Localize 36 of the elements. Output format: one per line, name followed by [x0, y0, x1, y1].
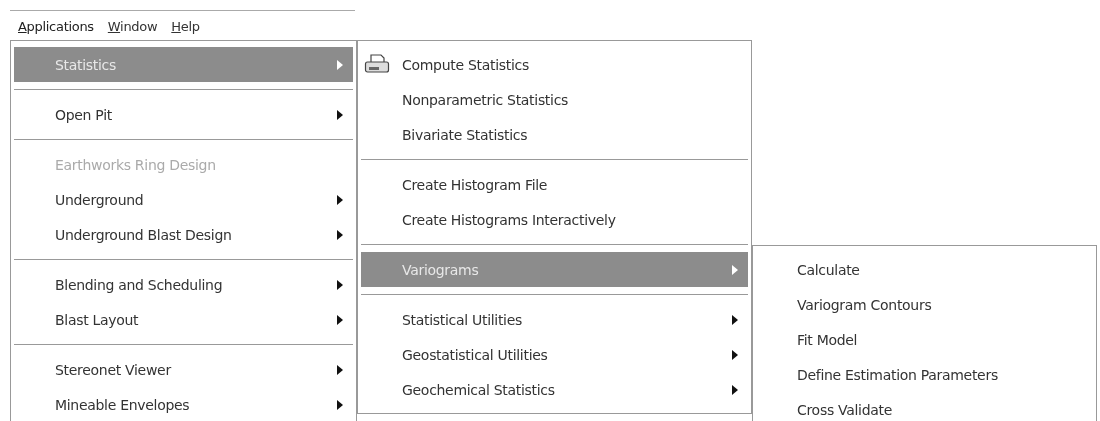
menu-bar-item[interactable]: Applications	[10, 15, 100, 36]
menu-item[interactable]: Underground Blast Design	[14, 217, 353, 252]
menu-bar-item[interactable]: Help	[163, 15, 206, 36]
menu-item[interactable]: Stereonet Viewer	[14, 352, 353, 387]
menu-item[interactable]: Statistical Utilities	[361, 302, 748, 337]
submenu-arrow-icon	[337, 229, 343, 240]
menu-item[interactable]: Calculate	[756, 252, 1093, 287]
menu-item[interactable]: Create Histogram File	[361, 167, 748, 202]
menu-item[interactable]: Define Estimation Parameters	[756, 357, 1093, 392]
menu-bar-item[interactable]: Window	[99, 15, 164, 36]
submenu-arrow-icon	[732, 349, 738, 360]
menu-item[interactable]: Geochemical Statistics	[361, 372, 748, 407]
menu-item[interactable]: Open Pit	[14, 97, 353, 132]
menu-item[interactable]: Blending and Scheduling	[14, 267, 353, 302]
menu-item[interactable]: Fit Model	[756, 322, 1093, 357]
submenu-arrow-icon	[732, 314, 738, 325]
submenu-arrow-icon	[732, 384, 738, 395]
submenu-arrow-icon	[337, 364, 343, 375]
menu-item[interactable]: Nonparametric Statistics	[361, 82, 748, 117]
menu-item[interactable]: Underground	[14, 182, 353, 217]
submenu-arrow-icon	[337, 194, 343, 205]
menu-item[interactable]: Bivariate Statistics	[361, 117, 748, 152]
submenu-arrow-icon	[337, 59, 343, 70]
printer-icon	[364, 53, 390, 75]
menu-item[interactable]: Create Histograms Interactively	[361, 202, 748, 237]
menu-item[interactable]: Mineable Envelopes	[14, 387, 353, 421]
menu-item[interactable]: Cross Validate	[756, 392, 1093, 421]
submenu-arrow-icon	[732, 264, 738, 275]
menu-item[interactable]: Compute Statistics	[361, 47, 748, 82]
submenu-arrow-icon	[337, 399, 343, 410]
menu-item[interactable]: Variogram Contours	[756, 287, 1093, 322]
menu-item[interactable]: Blast Layout	[14, 302, 353, 337]
submenu-arrow-icon	[337, 279, 343, 290]
menu-item[interactable]: Geostatistical Utilities	[361, 337, 748, 372]
submenu-arrow-icon	[337, 314, 343, 325]
submenu-arrow-icon	[337, 109, 343, 120]
